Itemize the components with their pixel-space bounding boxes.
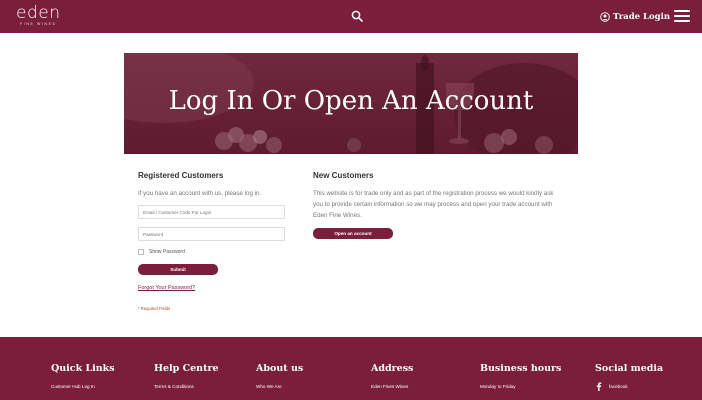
footer-heading: Quick Links	[51, 363, 115, 374]
facebook-label: facebook	[609, 384, 628, 389]
facebook-icon	[596, 382, 602, 391]
open-account-button[interactable]: Open an account	[313, 228, 393, 239]
footer-link[interactable]: Customer Hub Log In	[51, 382, 115, 391]
new-customers-section: New Customers This website is for trade …	[313, 171, 563, 241]
page-title: Log In Or Open An Account	[168, 86, 534, 116]
hamburger-menu-icon[interactable]	[674, 10, 690, 22]
new-customers-heading: New Customers	[313, 171, 374, 180]
registered-customers-heading: Registered Customers	[138, 171, 224, 180]
footer-address: Address Eden Fines Wines	[371, 363, 413, 391]
new-customers-intro-text: This website is for trade only and as pa…	[313, 190, 554, 219]
user-circle-icon	[600, 11, 610, 22]
forgot-password-link[interactable]: Forgot Your Password?	[138, 285, 195, 291]
footer: Quick Links Customer Hub Log In Help Cen…	[0, 337, 702, 400]
footer-social-media: Social media facebook	[595, 363, 663, 391]
top-nav-bar: eden FINE WINES Trade Login	[0, 0, 702, 33]
registered-customers-section: Registered Customers If you have an acco…	[138, 171, 288, 316]
footer-heading: Business hours	[480, 363, 562, 374]
show-password-label: Show Password	[149, 249, 185, 255]
footer-heading: Address	[371, 363, 414, 374]
footer-quick-links: Quick Links Customer Hub Log In	[51, 363, 115, 391]
show-password-checkbox[interactable]	[138, 249, 144, 255]
search-icon[interactable]	[351, 10, 363, 22]
trade-login-label: Trade Login	[613, 11, 671, 22]
footer-heading: Help Centre	[154, 363, 219, 374]
trade-login-button[interactable]: Trade Login	[600, 10, 670, 23]
submit-button[interactable]: Submit	[138, 264, 218, 275]
footer-link[interactable]: Terms & Conditions	[154, 382, 219, 391]
hero-banner: Log In Or Open An Account	[124, 53, 578, 154]
footer-help-centre: Help Centre Terms & Conditions	[154, 363, 219, 391]
footer-heading: Social media	[595, 363, 664, 374]
show-password-toggle[interactable]: Show Password	[138, 249, 185, 255]
password-field[interactable]	[138, 227, 285, 241]
logo-subtext: FINE WINES	[20, 22, 57, 26]
required-fields-note: * Required Fields	[138, 306, 171, 311]
footer-about-us: About us Who We Are	[256, 363, 303, 391]
logo-wordmark: eden	[16, 3, 61, 23]
eden-logo[interactable]: eden FINE WINES	[16, 3, 61, 27]
footer-address-line: Eden Fines Wines	[371, 384, 409, 389]
registered-intro-text: If you have an account with us, please l…	[138, 190, 262, 197]
footer-business-hours: Business hours Monday to Friday	[480, 363, 561, 391]
facebook-link[interactable]: facebook	[595, 382, 663, 391]
footer-hours-line: Monday to Friday	[480, 384, 516, 389]
footer-link[interactable]: Who We Are	[256, 382, 303, 391]
footer-heading: About us	[256, 363, 304, 374]
email-field[interactable]	[138, 205, 285, 219]
